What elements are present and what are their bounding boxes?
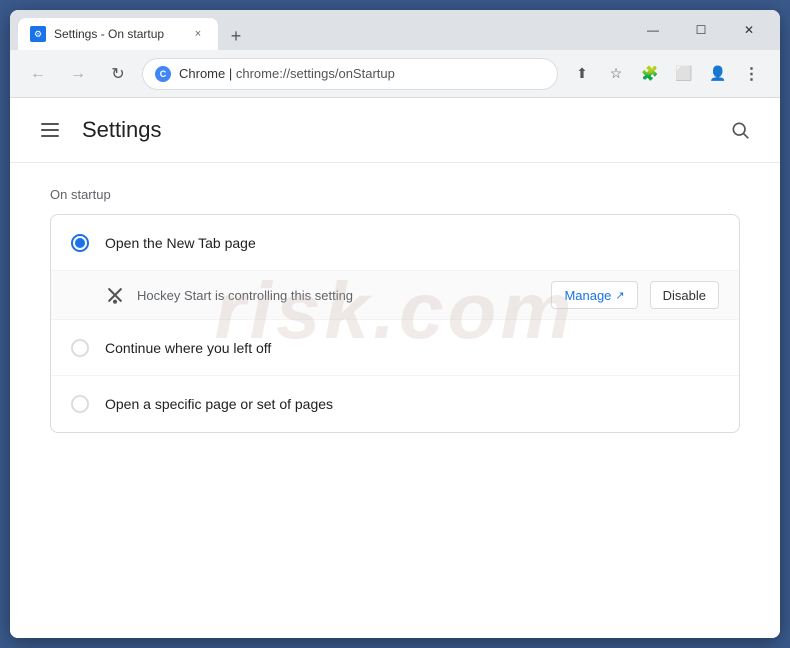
extension-row: Hockey Start is controlling this setting… — [51, 271, 739, 320]
settings-header: Settings — [10, 98, 780, 163]
option-new-tab-radio[interactable] — [71, 234, 89, 252]
forward-button[interactable]: → — [62, 58, 94, 90]
new-tab-button[interactable]: + — [222, 22, 250, 50]
tab-favicon: ⚙ — [30, 26, 46, 42]
minimize-button[interactable]: — — [630, 14, 676, 46]
page-title: Settings — [82, 117, 708, 143]
extension-icon — [105, 285, 125, 305]
hamburger-line-3 — [41, 135, 59, 137]
browser-window: ⚙ Settings - On startup × + — ☐ ✕ ← → ↻ … — [10, 10, 780, 638]
maximize-button[interactable]: ☐ — [678, 14, 724, 46]
back-button[interactable]: ← — [22, 58, 54, 90]
option-continue-radio[interactable] — [71, 339, 89, 357]
menu-button[interactable]: ⋮ — [736, 58, 768, 90]
extension-label: Hockey Start is controlling this setting — [137, 288, 539, 303]
active-tab[interactable]: ⚙ Settings - On startup × — [18, 18, 218, 50]
options-card: Open the New Tab page Hockey Start is co… — [50, 214, 740, 433]
search-button[interactable] — [724, 114, 756, 146]
navigation-bar: ← → ↻ C Chrome | chrome://settings/onSta… — [10, 50, 780, 98]
option-continue-row[interactable]: Continue where you left off — [51, 320, 739, 376]
nav-right-icons: ⬆ ☆ 🧩 ⬜ 👤 ⋮ — [566, 58, 768, 90]
profile-button[interactable]: 👤 — [702, 58, 734, 90]
option-specific-page-label: Open a specific page or set of pages — [105, 396, 719, 412]
profile-sidebar-button[interactable]: ⬜ — [668, 58, 700, 90]
radio-inner — [75, 238, 85, 248]
address-bar[interactable]: C Chrome | chrome://settings/onStartup — [142, 58, 558, 90]
title-bar: ⚙ Settings - On startup × + — ☐ ✕ — [10, 10, 780, 50]
option-specific-page-radio[interactable] — [71, 395, 89, 413]
share-button[interactable]: ⬆ — [566, 58, 598, 90]
window-controls: — ☐ ✕ — [630, 14, 772, 46]
extensions-button[interactable]: 🧩 — [634, 58, 666, 90]
content-area: Settings On startup Open the New Tab pag… — [10, 98, 780, 638]
refresh-button[interactable]: ↻ — [102, 58, 134, 90]
bookmark-button[interactable]: ☆ — [600, 58, 632, 90]
address-text: Chrome | chrome://settings/onStartup — [179, 66, 545, 81]
option-continue-label: Continue where you left off — [105, 340, 719, 356]
section-title: On startup — [50, 187, 740, 202]
settings-content: On startup Open the New Tab page — [10, 163, 780, 457]
manage-button[interactable]: Manage ↗ — [551, 281, 637, 309]
tab-title: Settings - On startup — [54, 27, 182, 41]
option-new-tab-row[interactable]: Open the New Tab page — [51, 215, 739, 271]
hamburger-line-2 — [41, 129, 59, 131]
hamburger-menu-button[interactable] — [34, 114, 66, 146]
tab-close-button[interactable]: × — [190, 26, 206, 42]
close-button[interactable]: ✕ — [726, 14, 772, 46]
option-specific-page-row[interactable]: Open a specific page or set of pages — [51, 376, 739, 432]
option-new-tab-label: Open the New Tab page — [105, 235, 719, 251]
hamburger-line-1 — [41, 123, 59, 125]
disable-button[interactable]: Disable — [650, 281, 719, 309]
tab-area: ⚙ Settings - On startup × + — [18, 10, 626, 50]
address-bar-icon: C — [155, 66, 171, 82]
external-link-icon: ↗ — [615, 289, 624, 302]
